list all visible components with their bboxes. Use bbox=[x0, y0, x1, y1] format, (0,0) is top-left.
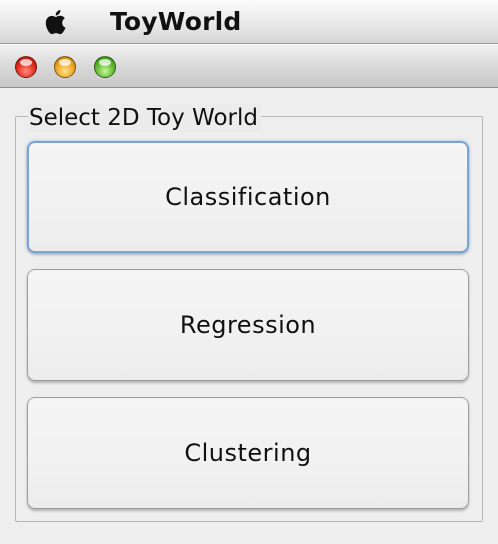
clustering-button[interactable]: Clustering bbox=[27, 397, 469, 509]
apple-logo-icon[interactable] bbox=[38, 4, 74, 40]
window-titlebar[interactable] bbox=[0, 44, 498, 88]
menu-bar: ToyWorld bbox=[0, 0, 498, 44]
app-name[interactable]: ToyWorld bbox=[110, 4, 241, 40]
close-window-button[interactable] bbox=[15, 56, 37, 78]
classification-button[interactable]: Classification bbox=[27, 141, 469, 253]
group-title: Select 2D Toy World bbox=[28, 104, 261, 132]
maximize-window-button[interactable] bbox=[94, 56, 116, 78]
minimize-window-button[interactable] bbox=[54, 56, 76, 78]
regression-button[interactable]: Regression bbox=[27, 269, 469, 381]
